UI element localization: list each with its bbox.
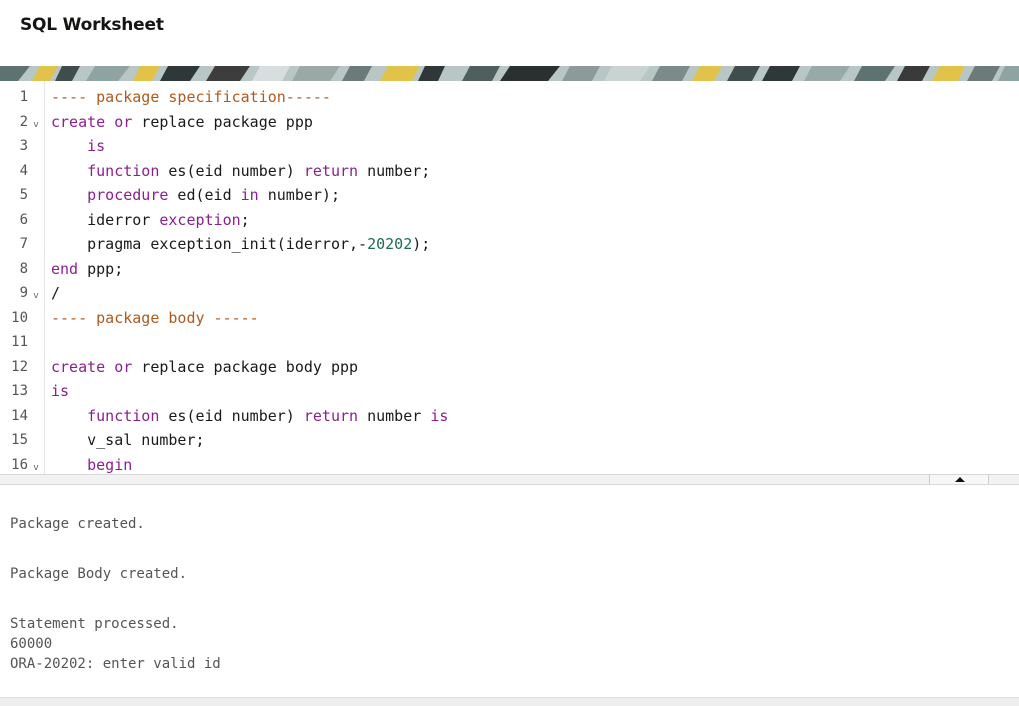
code-token: iderror bbox=[51, 210, 160, 229]
code-token: return bbox=[303, 161, 359, 180]
code-token: v_sal number; bbox=[51, 431, 205, 449]
line-number: 10 bbox=[11, 309, 28, 326]
line-number: 12 bbox=[11, 358, 28, 375]
code-line[interactable]: procedure ed(eid in number); bbox=[51, 183, 340, 207]
code-line[interactable]: is bbox=[51, 134, 105, 158]
line-number: 9 bbox=[19, 285, 28, 301]
line-number: 5 bbox=[19, 187, 28, 203]
line-number: 15 bbox=[11, 432, 28, 448]
code-line[interactable]: / bbox=[51, 281, 60, 305]
code-token: ---- package body ----- bbox=[51, 308, 259, 327]
fold-chevron-icon[interactable]: v bbox=[31, 453, 41, 475]
banner-pattern bbox=[0, 66, 1019, 81]
code-line[interactable]: ---- package specification----- bbox=[51, 85, 331, 109]
code-token: number bbox=[358, 406, 431, 425]
collapse-output-button[interactable] bbox=[929, 475, 989, 484]
line-number: 2 bbox=[19, 113, 28, 130]
code-token: end bbox=[51, 259, 79, 278]
code-token: ); bbox=[412, 235, 431, 253]
decorative-banner bbox=[0, 66, 1019, 81]
output-line: 60000 bbox=[10, 636, 53, 652]
pane-splitter[interactable] bbox=[0, 474, 1019, 485]
code-line[interactable]: iderror exception; bbox=[51, 208, 250, 232]
code-token: return bbox=[303, 406, 359, 425]
code-editor[interactable]: 1 2 v 3 4 5 6 7 8 9 v 10 11 12 13 14 15 16 v ---- package … bbox=[0, 81, 1019, 474]
code-token: pragma exception_init(iderror,- bbox=[51, 235, 368, 253]
code-token: begin bbox=[87, 455, 133, 474]
code-token: number; bbox=[358, 161, 431, 180]
code-line[interactable]: v_sal number; bbox=[51, 428, 205, 452]
code-token: es(eid number) bbox=[159, 406, 304, 425]
output-line: Package created. bbox=[10, 516, 145, 532]
code-token: ---- package specification----- bbox=[51, 88, 331, 106]
code-token: create bbox=[51, 112, 106, 131]
code-line[interactable]: begin bbox=[51, 453, 132, 475]
code-token: or bbox=[114, 112, 133, 131]
code-token: create bbox=[51, 357, 106, 376]
line-number: 11 bbox=[11, 334, 28, 350]
code-line[interactable]: create or replace package body ppp bbox=[51, 355, 358, 379]
line-number: 7 bbox=[19, 236, 28, 252]
code-line[interactable]: ---- package body ----- bbox=[51, 306, 259, 330]
line-number: 16 bbox=[11, 456, 28, 473]
code-line[interactable]: is bbox=[51, 379, 69, 403]
code-token: es(eid number) bbox=[159, 161, 304, 180]
code-token: ed(eid bbox=[168, 186, 241, 204]
code-token: ppp; bbox=[78, 259, 124, 278]
code-token: / bbox=[51, 284, 61, 302]
output-line: ORA-20202: enter valid id bbox=[10, 656, 221, 672]
line-number: 6 bbox=[19, 211, 28, 228]
fold-chevron-icon[interactable]: v bbox=[31, 110, 41, 134]
code-line[interactable]: function es(eid number) return number; bbox=[51, 159, 430, 183]
code-token: replace package ppp bbox=[132, 112, 313, 131]
code-token: exception bbox=[159, 210, 241, 229]
code-token: number); bbox=[258, 186, 340, 204]
code-line[interactable]: create or replace package ppp bbox=[51, 110, 313, 134]
line-number: 14 bbox=[11, 407, 28, 424]
fold-chevron-icon[interactable]: v bbox=[31, 281, 41, 305]
code-token: procedure bbox=[87, 186, 169, 204]
code-token: function bbox=[87, 406, 160, 425]
code-token: function bbox=[87, 161, 160, 180]
header: SQL Worksheet bbox=[0, 0, 1019, 66]
code-line[interactable]: pragma exception_init(iderror,-20202); bbox=[51, 232, 430, 256]
page-title: SQL Worksheet bbox=[20, 15, 164, 35]
code-token: is bbox=[430, 406, 449, 425]
line-number: 4 bbox=[19, 162, 28, 179]
code-token: replace package body ppp bbox=[132, 357, 359, 376]
code-token: in bbox=[240, 186, 259, 204]
code-line[interactable]: function es(eid number) return number is bbox=[51, 404, 448, 428]
code-token: ; bbox=[240, 210, 250, 229]
line-number: 8 bbox=[19, 260, 28, 277]
output-pane: Package created. Package Body created. Sta… bbox=[0, 485, 1019, 697]
line-number: 1 bbox=[19, 89, 28, 105]
line-number-gutter: 1 2 v 3 4 5 6 7 8 9 v 10 11 12 13 14 15 16 v bbox=[0, 81, 45, 474]
code-token: or bbox=[114, 357, 133, 376]
bottom-scrollbar[interactable] bbox=[0, 697, 1019, 706]
code-token: is bbox=[87, 137, 106, 155]
code-line[interactable]: end ppp; bbox=[51, 257, 123, 281]
code-token: 20202 bbox=[367, 235, 413, 253]
caret-up-icon bbox=[955, 477, 965, 482]
output-line: Package Body created. bbox=[10, 566, 188, 582]
line-number: 3 bbox=[19, 138, 28, 154]
output-line: Statement processed. bbox=[10, 616, 179, 632]
line-number: 13 bbox=[11, 383, 28, 399]
code-token: is bbox=[51, 382, 70, 400]
